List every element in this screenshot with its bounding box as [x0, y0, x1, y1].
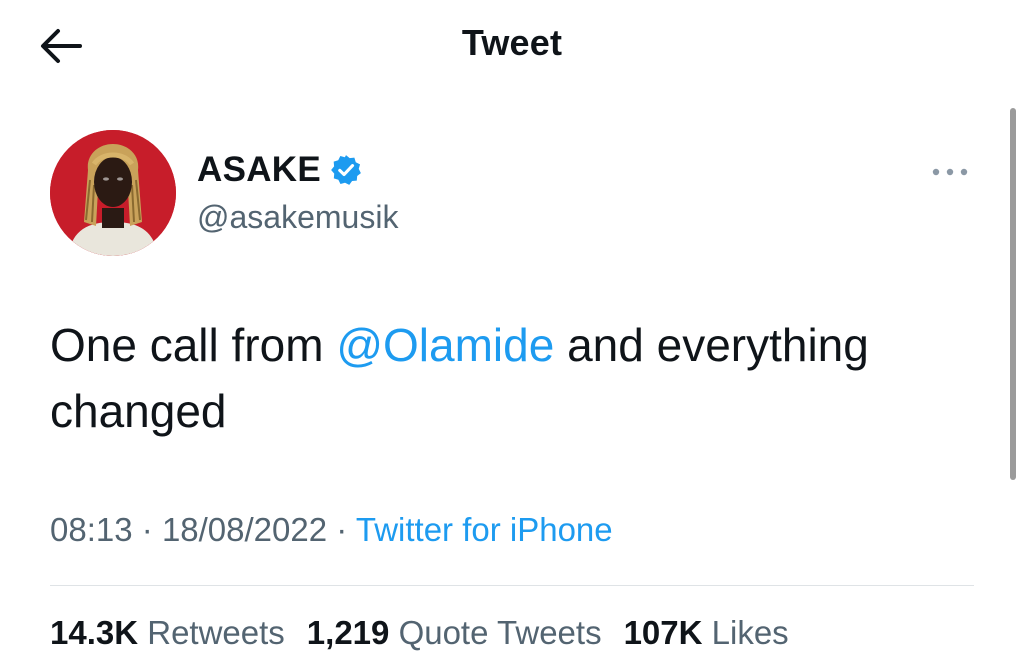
- tweet-meta: 08:13 · 18/08/2022 · Twitter for iPhone: [50, 511, 613, 549]
- tweet-date[interactable]: 18/08/2022: [162, 511, 327, 548]
- quote-tweets-label: Quote Tweets: [398, 614, 602, 651]
- tweet-stats: 14.3K Retweets 1,219 Quote Tweets 107K L…: [50, 614, 811, 652]
- divider: [50, 585, 974, 586]
- likes-stat[interactable]: 107K Likes: [624, 614, 789, 652]
- user-handle[interactable]: @asakemusik: [197, 199, 398, 236]
- quote-tweets-stat[interactable]: 1,219 Quote Tweets: [307, 614, 602, 652]
- avatar[interactable]: [50, 130, 176, 256]
- retweets-label: Retweets: [147, 614, 285, 651]
- retweets-stat[interactable]: 14.3K Retweets: [50, 614, 285, 652]
- likes-count: 107K: [623, 614, 703, 651]
- meta-separator: ·: [336, 511, 348, 548]
- tweet-source-link[interactable]: Twitter for iPhone: [356, 511, 613, 548]
- tweet-detail-page: Tweet ASAKE @asakemusik One call from @O…: [0, 0, 1024, 669]
- tweet-time[interactable]: 08:13: [50, 511, 133, 548]
- retweets-count: 14.3K: [50, 614, 139, 651]
- verified-badge-icon: [331, 155, 361, 185]
- likes-label: Likes: [711, 614, 789, 651]
- display-name[interactable]: ASAKE: [197, 150, 321, 190]
- scrollbar[interactable]: [1010, 108, 1016, 480]
- quote-tweets-count: 1,219: [306, 614, 390, 651]
- tweet-text-start: One call from: [50, 319, 337, 371]
- tweet-text: One call from @Olamide and everything ch…: [50, 312, 990, 444]
- meta-separator: ·: [141, 511, 153, 548]
- profile-photo: [50, 130, 176, 256]
- author-name-row[interactable]: ASAKE: [197, 150, 363, 190]
- more-horizontal-icon: [932, 168, 968, 176]
- page-title: Tweet: [461, 22, 563, 63]
- mention-link[interactable]: @Olamide: [336, 319, 554, 371]
- more-options-button[interactable]: [928, 158, 972, 186]
